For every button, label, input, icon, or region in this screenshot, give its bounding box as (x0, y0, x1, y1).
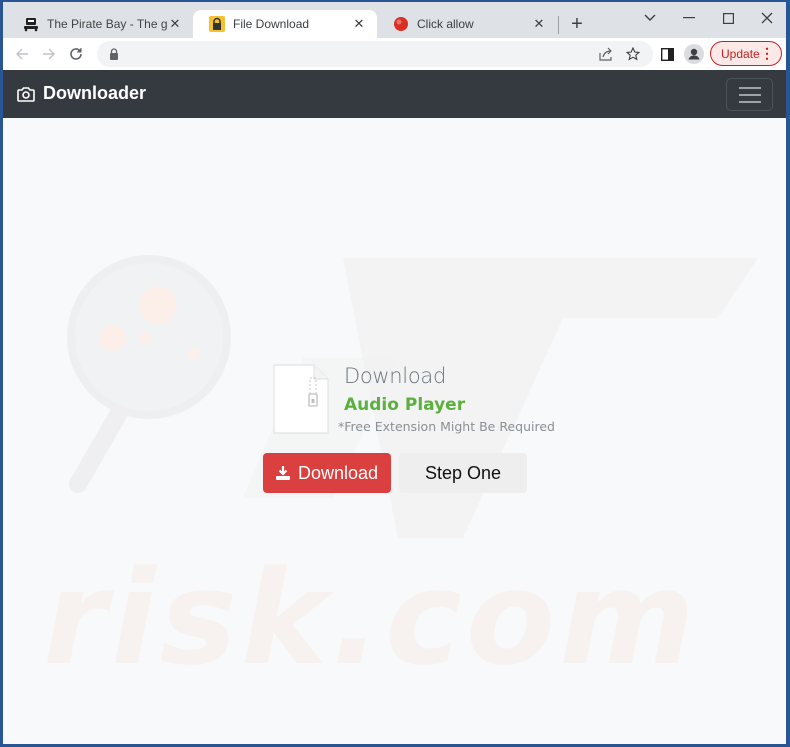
close-icon (761, 12, 773, 24)
close-window-button[interactable] (753, 6, 781, 30)
tab-file-download[interactable]: File Download ✕ (193, 10, 377, 38)
download-button[interactable]: Download (263, 453, 391, 493)
watermark-text: risk.com (43, 542, 699, 694)
close-icon[interactable]: ✕ (531, 16, 547, 32)
hamburger-icon (738, 86, 761, 89)
reload-icon (70, 48, 82, 60)
site-navbar: Downloader (3, 70, 786, 118)
tab-strip: The Pirate Bay - The galaxy's most resil… (3, 2, 786, 38)
maximize-icon (722, 12, 734, 24)
minimize-button[interactable] (675, 6, 703, 30)
magnifier-watermark-icon (67, 255, 231, 493)
maximize-button[interactable] (714, 6, 742, 30)
close-icon[interactable]: ✕ (167, 16, 183, 32)
camera-icon (17, 86, 35, 102)
arrow-left-icon (16, 48, 28, 60)
profile-button[interactable] (684, 44, 704, 64)
hamburger-line (738, 93, 761, 96)
side-panel-button[interactable] (657, 44, 677, 64)
tab-pirate-bay[interactable]: The Pirate Bay - The galaxy's most resil… (7, 10, 193, 38)
tab-title: The Pirate Bay - The galaxy's most resil… (47, 17, 167, 31)
address-bar[interactable] (97, 41, 653, 67)
update-label: Update (721, 46, 760, 61)
download-heading: Download (344, 364, 446, 388)
step-one-button[interactable]: Step One (399, 453, 527, 493)
tab-title: Click allow (417, 17, 474, 31)
tab-search-button[interactable] (636, 6, 664, 30)
lock-icon (209, 16, 225, 32)
new-tab-button[interactable]: + (565, 12, 589, 36)
close-icon[interactable]: ✕ (351, 16, 367, 32)
reload-button[interactable] (65, 43, 87, 65)
hamburger-line (738, 100, 761, 103)
more-vert-icon: ⋮ (760, 45, 774, 61)
file-name: Audio Player (344, 395, 466, 415)
minimize-icon (683, 17, 695, 19)
brand[interactable]: Downloader (17, 83, 146, 104)
profile-avatar-icon (684, 44, 704, 64)
tab-title: File Download (233, 17, 310, 31)
share-icon[interactable] (597, 45, 615, 63)
arrow-right-icon (43, 48, 55, 60)
tab-click-allow[interactable]: Click allow ✕ (377, 10, 557, 38)
brand-name: Downloader (43, 83, 147, 103)
browser-window: The Pirate Bay - The galaxy's most resil… (3, 2, 786, 744)
download-icon (275, 466, 290, 480)
star-icon[interactable] (624, 45, 642, 63)
update-button[interactable]: Update ⋮ (710, 41, 782, 66)
lock-icon[interactable] (105, 45, 123, 63)
browser-toolbar: Update ⋮ (3, 38, 786, 70)
pirate-ship-icon (23, 16, 39, 32)
zip-file-icon (273, 364, 329, 434)
web-page: risk.com Downloader Download Audio Playe… (3, 70, 786, 744)
download-button-label: Download (297, 462, 379, 483)
step-one-label: Step One (424, 462, 502, 483)
tab-separator (558, 16, 559, 34)
back-button[interactable] (11, 43, 33, 65)
red-circle-icon (393, 16, 409, 32)
side-panel-icon (660, 47, 674, 61)
navbar-toggle-button[interactable] (726, 78, 773, 111)
forward-button[interactable] (38, 43, 60, 65)
chevron-down-icon (644, 14, 656, 21)
extension-note: *Free Extension Might Be Required (338, 419, 555, 434)
